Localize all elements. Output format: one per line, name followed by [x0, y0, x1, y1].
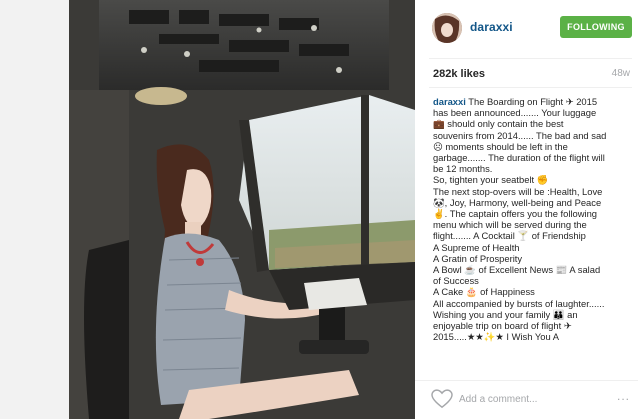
- caption-text: A Cake 🎂 of Happiness: [433, 286, 535, 298]
- caption-text: menu which will be served during the: [433, 219, 587, 231]
- caption-text: be 12 months.: [433, 163, 493, 175]
- post-caption: daraxxi The Boarding on Flight ✈ 2015 has…: [433, 96, 633, 372]
- caption-line: has been announced....... Your luggage: [433, 107, 633, 118]
- avatar[interactable]: [432, 13, 462, 43]
- caption-text: ✌. The captain offers you the following: [433, 208, 598, 220]
- caption-text: ☹ moments should be left in the: [433, 140, 568, 152]
- post-age[interactable]: 48w: [612, 68, 630, 79]
- following-button[interactable]: FOLLOWING: [560, 16, 632, 38]
- caption-line: Wishing you and your family 👪 an: [433, 309, 633, 320]
- post-photo[interactable]: [69, 0, 415, 419]
- divider: [429, 87, 632, 88]
- caption-line: be 12 months.: [433, 163, 633, 174]
- caption-line: A Bowl ☕ of Excellent News 📰 A salad: [433, 264, 633, 275]
- post-username[interactable]: daraxxi: [470, 20, 513, 34]
- caption-line: The next stop-overs will be :Health, Lov…: [433, 186, 633, 197]
- post-header: daraxxi FOLLOWING: [415, 0, 638, 56]
- comment-input[interactable]: [459, 390, 609, 408]
- caption-text: All accompanied by bursts of laughter...…: [433, 297, 605, 309]
- caption-text: souvenirs from 2014...... The bad and sa…: [433, 129, 607, 141]
- left-margin: [0, 0, 69, 419]
- caption-line: daraxxi The Boarding on Flight ✈ 2015: [433, 96, 633, 107]
- like-count[interactable]: 282k likes: [433, 68, 485, 80]
- caption-text: enjoyable trip on board of flight ✈: [433, 320, 572, 332]
- caption-text: 💼 should only contain the best: [433, 118, 564, 130]
- avatar-photo-icon: [432, 13, 462, 43]
- more-options-button[interactable]: ...: [617, 389, 630, 403]
- divider: [429, 58, 632, 59]
- caption-text: The next stop-overs will be :Health, Lov…: [433, 185, 603, 197]
- caption-line: souvenirs from 2014...... The bad and sa…: [433, 130, 633, 141]
- caption-text: flight....... A Cocktail 🍸 of Friendship: [433, 230, 586, 242]
- comment-bar: ...: [415, 380, 638, 419]
- caption-line: A Gratin of Prosperity: [433, 253, 633, 264]
- caption-text: 2015.....★★✨★ I Wish You A: [433, 331, 560, 343]
- caption-line: A Supreme of Health: [433, 242, 633, 253]
- caption-text: has been announced....... Your luggage: [433, 107, 597, 119]
- caption-line: So, tighten your seatbelt ✊: [433, 174, 633, 185]
- heart-icon[interactable]: [431, 389, 453, 409]
- caption-text: 🐼, Joy, Harmony, well-being and Peace: [433, 196, 602, 208]
- caption-text: A Bowl ☕ of Excellent News 📰 A salad: [433, 264, 601, 276]
- caption-line: 💼 should only contain the best: [433, 118, 633, 129]
- caption-line: A Cake 🎂 of Happiness: [433, 286, 633, 297]
- post-stats: 282k likes 48w: [415, 60, 638, 84]
- caption-line: garbage....... The duration of the fligh…: [433, 152, 633, 163]
- caption-line: enjoyable trip on board of flight ✈: [433, 320, 633, 331]
- caption-line: ☹ moments should be left in the: [433, 141, 633, 152]
- caption-line: ✌. The captain offers you the following: [433, 208, 633, 219]
- caption-line: of Success: [433, 275, 633, 286]
- caption-text: A Supreme of Health: [433, 241, 520, 253]
- caption-line: All accompanied by bursts of laughter...…: [433, 298, 633, 309]
- caption-line: 🐼, Joy, Harmony, well-being and Peace: [433, 197, 633, 208]
- caption-text: Wishing you and your family 👪 an: [433, 308, 578, 320]
- caption-author[interactable]: daraxxi: [433, 96, 466, 107]
- caption-text: So, tighten your seatbelt ✊: [433, 174, 549, 186]
- caption-text: of Success: [433, 275, 479, 287]
- cockpit-photo-image: [69, 0, 415, 419]
- caption-line: 2015.....★★✨★ I Wish You A: [433, 331, 633, 342]
- caption-line: menu which will be served during the: [433, 219, 633, 230]
- caption-text: A Gratin of Prosperity: [433, 252, 523, 264]
- caption-text: The Boarding on Flight ✈ 2015: [468, 96, 598, 107]
- caption-line: flight....... A Cocktail 🍸 of Friendship: [433, 230, 633, 241]
- post-sidebar: daraxxi FOLLOWING 282k likes 48w daraxxi…: [415, 0, 638, 419]
- caption-text: garbage....... The duration of the fligh…: [433, 152, 605, 164]
